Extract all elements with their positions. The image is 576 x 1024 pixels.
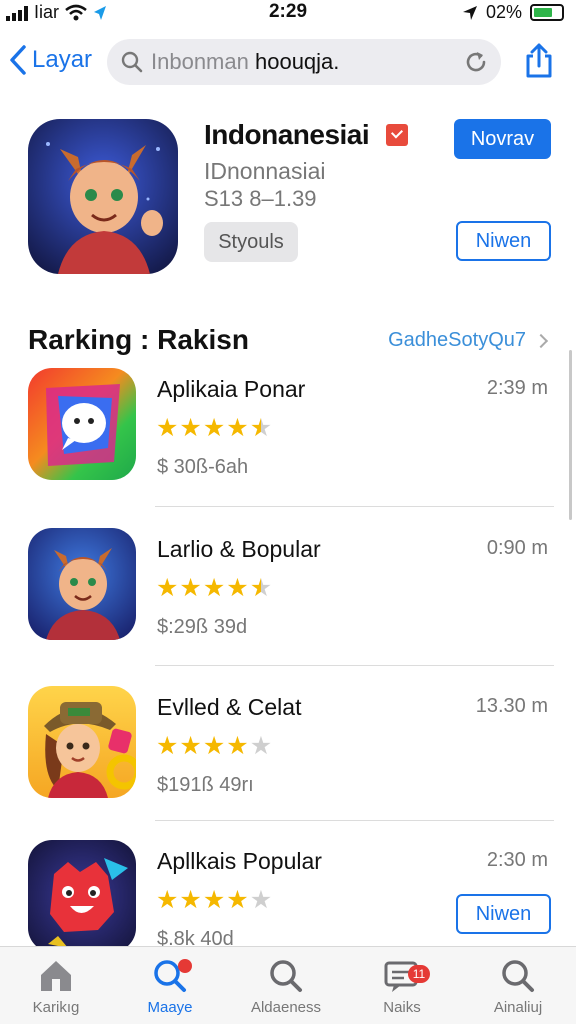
- navigation-arrow-icon: [462, 5, 477, 20]
- refresh-icon[interactable]: [463, 49, 489, 75]
- tab-label: Aldaeness: [250, 999, 322, 1016]
- star-icon: ★: [202, 732, 226, 760]
- app-time: 2:30 m: [486, 849, 548, 871]
- navigation-bar: Layar Inbonman hoouqja.: [0, 38, 576, 88]
- search-text: Inbonman hoouqja.: [151, 49, 339, 75]
- view-button[interactable]: Niwen: [456, 894, 551, 934]
- star-icon: ★: [179, 574, 202, 602]
- tab-label: Karikıg: [32, 999, 80, 1016]
- star-icon: ★: [202, 414, 226, 442]
- star-icon: ★: [156, 574, 179, 602]
- rating-stars: ★ ★ ★ ★ ★: [156, 416, 272, 441]
- featured-app-price: S13 8–1.39: [204, 186, 317, 211]
- app-price: $ 30ß-6ah: [157, 456, 249, 478]
- view-button[interactable]: Niwen: [456, 221, 551, 261]
- rating-stars: ★ ★ ★ ★ ★: [156, 888, 272, 913]
- star-icon: ★: [156, 414, 179, 442]
- battery-icon: [530, 4, 564, 21]
- star-icon: ★: [179, 886, 202, 914]
- tab-ranking[interactable]: Karikıg: [6, 955, 106, 1021]
- search-field[interactable]: Inbonman hoouqja.: [107, 39, 501, 85]
- app-price: $191ß 49rı: [157, 774, 254, 796]
- back-label: Layar: [32, 46, 93, 73]
- app-name: Aplikaia Ponar: [157, 376, 306, 402]
- tab-messages[interactable]: 11 Naiks: [352, 955, 452, 1021]
- app-time: 2:39 m: [486, 377, 548, 399]
- tab-label: Ainaliuj: [493, 999, 543, 1016]
- section-title: Rarking : Rakisn: [28, 324, 249, 355]
- star-icon: ★: [179, 732, 202, 760]
- tab-bar: Karikıg Maaye Aldaeness 11 Naiks Ainaliu…: [0, 946, 576, 1024]
- star-icon: ★: [249, 414, 273, 442]
- notification-count: 11: [408, 965, 430, 983]
- divider: [155, 820, 554, 821]
- app-icon-1: [28, 368, 136, 480]
- see-all-link[interactable]: GadheSotyQu7: [388, 329, 549, 352]
- get-button[interactable]: Novrav: [454, 119, 551, 159]
- tab-search[interactable]: Maaye: [120, 955, 220, 1021]
- search-placeholder: Inbonman: [151, 49, 249, 74]
- app-price: $:29ß 39d: [157, 616, 248, 638]
- tab-explore[interactable]: Aldaeness: [236, 955, 336, 1021]
- tab-label: Maaye: [147, 999, 193, 1016]
- share-icon[interactable]: [522, 42, 556, 80]
- divider: [155, 506, 554, 507]
- battery-percent: 02%: [485, 2, 522, 22]
- scrollbar[interactable]: [569, 350, 572, 520]
- search-icon: [270, 960, 302, 992]
- app-icon-4: [28, 840, 136, 952]
- star-icon: ★: [226, 414, 249, 442]
- star-icon: ★: [202, 886, 226, 914]
- search-icon: [121, 51, 143, 73]
- list-item[interactable]: Evlled & Celat 13.30 m ★ ★ ★ ★ ★ $191ß 49rı: [0, 686, 576, 836]
- see-all-label: GadheSotyQu7: [388, 329, 526, 351]
- status-bar: Iiar 2:29 02%: [0, 0, 576, 26]
- app-name: Larlio & Bopular: [157, 536, 321, 562]
- search-query: hoouqja.: [254, 49, 340, 74]
- app-icon-2: [28, 528, 136, 640]
- rating-stars: ★ ★ ★ ★ ★: [156, 576, 272, 601]
- tab-analytics[interactable]: Ainaliuj: [468, 955, 568, 1021]
- rating-stars: ★ ★ ★ ★ ★: [156, 734, 272, 759]
- star-icon: ★: [226, 886, 249, 914]
- app-time: 13.30 m: [475, 695, 548, 717]
- verified-badge-icon: [386, 124, 408, 146]
- star-icon: ★: [202, 574, 226, 602]
- tab-label: Naiks: [383, 999, 421, 1016]
- app-icon-3: [28, 686, 136, 798]
- featured-app-title: Indonanesiai: [204, 119, 370, 150]
- app-name: Apllkais Popular: [157, 848, 322, 874]
- search-icon: [502, 960, 534, 992]
- list-item[interactable]: Aplikaia Ponar 2:39 m ★ ★ ★ ★ ★ $ 30ß-6ah: [0, 368, 576, 518]
- star-icon: ★: [226, 732, 249, 760]
- notification-dot: [178, 959, 192, 973]
- featured-app-icon[interactable]: [28, 119, 178, 274]
- list-item[interactable]: Larlio & Bopular 0:90 m ★ ★ ★ ★ ★ $:29ß 39d: [0, 528, 576, 678]
- star-icon: ★: [179, 414, 202, 442]
- back-button[interactable]: Layar: [8, 44, 92, 76]
- star-icon: ★: [156, 732, 179, 760]
- star-icon: ★: [249, 732, 273, 760]
- chevron-right-icon: [533, 333, 549, 348]
- chevron-left-icon: [10, 45, 26, 75]
- category-chip[interactable]: Styouls: [204, 222, 298, 262]
- star-icon: ★: [156, 886, 179, 914]
- featured-app-subtitle: IDnonnasiai: [204, 158, 326, 184]
- star-icon: ★: [249, 574, 273, 602]
- app-time: 0:90 m: [486, 537, 548, 559]
- divider: [155, 665, 554, 666]
- app-name: Evlled & Celat: [157, 694, 302, 720]
- status-right: 02%: [462, 2, 564, 23]
- home-icon: [41, 961, 71, 991]
- star-icon: ★: [249, 886, 273, 914]
- star-icon: ★: [226, 574, 249, 602]
